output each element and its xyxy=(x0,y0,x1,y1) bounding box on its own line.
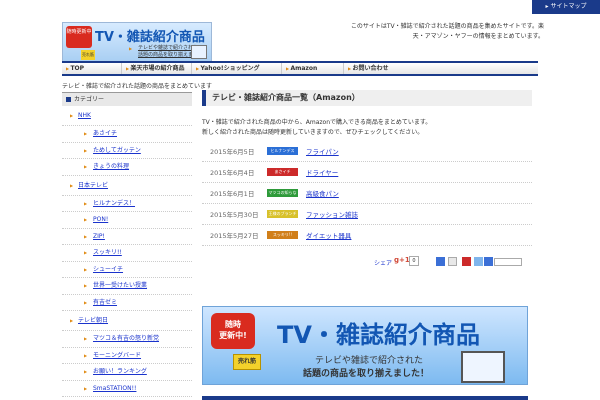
banner-badge: 随時 更新中! xyxy=(211,313,255,349)
news-row: 2015年6月4日 あさイチ ドライヤー xyxy=(202,162,532,183)
promo-banner[interactable]: 随時 更新中! TV・雑誌紹介商品 売れ筋 テレビや雑誌で紹介された 話題の商品… xyxy=(202,306,528,385)
computer-icon xyxy=(461,351,505,383)
sidebar-subitem[interactable]: スッキリ!! xyxy=(62,245,192,262)
sidebar-subitem[interactable]: ZIP! xyxy=(62,229,192,245)
banner-badge-line: 更新中! xyxy=(219,331,247,340)
sidebar-subitem[interactable]: あさイチ xyxy=(62,126,192,143)
site-intro: このサイトはTV・雑誌で紹介された話題の商品を集めたサイトです。楽天・アマゾン・… xyxy=(350,23,544,40)
logo-subtitle: テレビや雑誌で紹介された 話題の商品を取り揃えました xyxy=(107,45,204,61)
site-tagline: テレビ・雑誌で紹介された話題の商品をまとめています xyxy=(62,83,213,90)
news-list: 2015年6月5日 ヒルナンデス フライパン 2015年6月4日 あさイチ ドラ… xyxy=(202,141,532,246)
banner-title: TV・雑誌紹介商品 xyxy=(277,321,480,349)
bookmark-counter-icon[interactable] xyxy=(448,257,457,266)
computer-icon xyxy=(191,45,207,59)
nav-item-contact[interactable]: お問い合わせ xyxy=(344,63,538,74)
news-link[interactable]: ファッション雑誌 xyxy=(306,209,358,219)
sidebar-category[interactable]: テレビ朝日 xyxy=(62,311,192,331)
news-row: 2015年6月5日 ヒルナンデス フライパン xyxy=(202,141,532,162)
sidebar-subitem[interactable]: 有吉ゼミ xyxy=(62,295,192,311)
news-date: 2015年6月1日 xyxy=(210,190,255,198)
top-bar: サイトマップ xyxy=(0,0,600,14)
logo-badge: 随時更新中 xyxy=(66,26,92,48)
news-date: 2015年6月4日 xyxy=(210,169,255,177)
description-line: TV・雑誌で紹介された商品の中から、Amazonで購入できる商品をまとめています… xyxy=(202,119,432,126)
sidebar-category[interactable]: NHK xyxy=(62,106,192,126)
site-logo[interactable]: 随時更新中 TV・雑誌紹介商品 売れ筋 テレビや雑誌で紹介された 話題の商品を取… xyxy=(62,22,212,62)
share-field[interactable] xyxy=(494,258,522,266)
link-icon[interactable] xyxy=(484,257,493,266)
sitemap-link[interactable]: サイトマップ xyxy=(532,0,600,14)
nav-item-yahoo[interactable]: Yahoo!ショッピング xyxy=(192,63,282,74)
banner-badge-line: 随時 xyxy=(225,320,241,329)
logo-title: TV・雑誌紹介商品 xyxy=(95,30,205,45)
google-plus-button[interactable]: g+1 xyxy=(394,256,410,266)
sidebar-subitem[interactable]: SmaSTATION!! xyxy=(62,381,192,397)
sidebar-subitem[interactable]: モーニングバード xyxy=(62,348,192,364)
news-label-badge: 王様のブランチ xyxy=(267,210,298,218)
social-share-bar: シェア g+1 0 xyxy=(374,256,534,268)
news-label-badge: スッキリ!! xyxy=(267,231,298,239)
news-row: 2015年6月1日 マツコの知らない 高級食パン xyxy=(202,183,532,204)
banner-line1: テレビや雑誌で紹介された xyxy=(315,356,424,366)
nav-item-rakuten[interactable]: 楽天市場の紹介商品 xyxy=(122,63,192,74)
main-content: テレビ・雑誌紹介商品一覧（Amazon） TV・雑誌で紹介された商品の中から、A… xyxy=(202,90,532,246)
sidebar-subitem[interactable]: きょうの料理 xyxy=(62,159,192,176)
sidebar-subitem[interactable]: PON! xyxy=(62,212,192,229)
sidebar: カテゴリー NHK あさイチ ためしてガッテン きょうの料理 日本テレビ ヒルナ… xyxy=(62,92,192,397)
share-label: シェア xyxy=(374,260,393,267)
description-line: 新しく紹介された商品は随時更新していきますので、ぜひチェックしてください。 xyxy=(202,129,424,136)
banner-line2: 話題の商品を取り揃えました！ xyxy=(303,369,430,379)
sidebar-subitem[interactable]: お願い！ランキング xyxy=(62,364,192,381)
news-link[interactable]: ダイエット器具 xyxy=(306,230,351,240)
nav-item-top[interactable]: TOP xyxy=(62,63,122,74)
share-icon[interactable] xyxy=(474,257,483,266)
global-nav: TOP 楽天市場の紹介商品 Yahoo!ショッピング Amazon お問い合わせ xyxy=(62,61,538,76)
hatena-bookmark-icon[interactable] xyxy=(436,257,445,266)
news-label-badge: マツコの知らない xyxy=(267,189,298,203)
sidebar-subitem[interactable]: シューイチ xyxy=(62,262,192,278)
nav-item-amazon[interactable]: Amazon xyxy=(282,63,344,74)
banner-tag: 売れ筋 xyxy=(233,354,261,370)
bottom-bar xyxy=(202,396,528,400)
sidebar-subitem[interactable]: ためしてガッテン xyxy=(62,143,192,159)
rss-icon[interactable] xyxy=(462,257,471,266)
news-date: 2015年6月5日 xyxy=(210,148,255,156)
sidebar-heading: カテゴリー xyxy=(62,92,192,106)
news-row: 2015年5月30日 王様のブランチ ファッション雑誌 xyxy=(202,204,532,225)
sidebar-subitem[interactable]: ヒルナンデス！ xyxy=(62,196,192,212)
news-label-badge: ヒルナンデス xyxy=(267,147,298,155)
news-date: 2015年5月30日 xyxy=(210,211,259,219)
page-description: TV・雑誌で紹介された商品の中から、Amazonで購入できる商品をまとめています… xyxy=(202,118,532,138)
share-count: 0 xyxy=(409,256,419,266)
sidebar-subitem[interactable]: マツコ＆有吉の怒り新党 xyxy=(62,331,192,348)
news-link[interactable]: フライパン xyxy=(306,146,339,156)
sidebar-category[interactable]: 日本テレビ xyxy=(62,176,192,196)
news-label-badge: あさイチ xyxy=(267,168,298,176)
news-row: 2015年5月27日 スッキリ!! ダイエット器具 xyxy=(202,225,532,246)
news-link[interactable]: ドライヤー xyxy=(306,167,338,177)
logo-tag: 売れ筋 xyxy=(81,50,95,60)
page-title: テレビ・雑誌紹介商品一覧（Amazon） xyxy=(202,90,532,106)
sidebar-subitem[interactable]: 世界一受けたい授業 xyxy=(62,278,192,295)
news-date: 2015年5月27日 xyxy=(210,232,259,240)
news-link[interactable]: 高級食パン xyxy=(306,188,339,198)
